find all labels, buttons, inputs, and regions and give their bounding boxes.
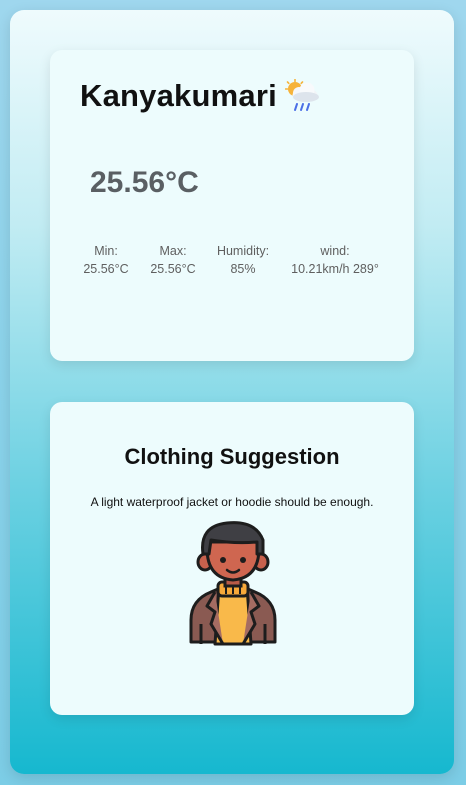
stat-wind-value: 10.21km/h 289° xyxy=(291,262,379,276)
stat-max-value: 25.56°C xyxy=(150,262,196,276)
current-temperature: 25.56°C xyxy=(90,166,199,199)
stat-humidity: Humidity: 85% xyxy=(210,242,276,278)
stat-min-label: Min: xyxy=(94,244,118,258)
stat-max: Max: 25.56°C xyxy=(145,242,201,278)
clothing-title: Clothing Suggestion xyxy=(124,444,340,469)
weather-stats: Min: 25.56°C Max: 25.56°C Humidity: 85% … xyxy=(50,242,414,282)
stat-humidity-label: Humidity: xyxy=(216,244,270,258)
stat-max-label: Max: xyxy=(159,244,187,258)
clothing-suggestion-text: A light waterproof jacket or hoodie shou… xyxy=(90,495,374,509)
city-name: Kanyakumari xyxy=(80,78,277,113)
stat-min-value: 25.56°C xyxy=(83,262,129,276)
clothing-card: Clothing Suggestion A light waterproof j… xyxy=(50,402,414,715)
weather-card: Kanyakumari 25.56°C Min: 25.56°C Max: 25… xyxy=(50,50,414,361)
stat-wind: wind: 10.21km/h 289° xyxy=(286,242,384,278)
person-in-jacket-icon xyxy=(189,521,277,646)
stat-wind-label: wind: xyxy=(320,244,350,258)
app-container: Kanyakumari 25.56°C Min: 25.56°C Max: 25… xyxy=(10,10,454,774)
stat-min: Min: 25.56°C xyxy=(78,242,134,278)
stat-humidity-value: 85% xyxy=(230,262,256,276)
city-header: Kanyakumari xyxy=(80,78,321,114)
cloud-sun-rain-icon xyxy=(284,79,319,111)
